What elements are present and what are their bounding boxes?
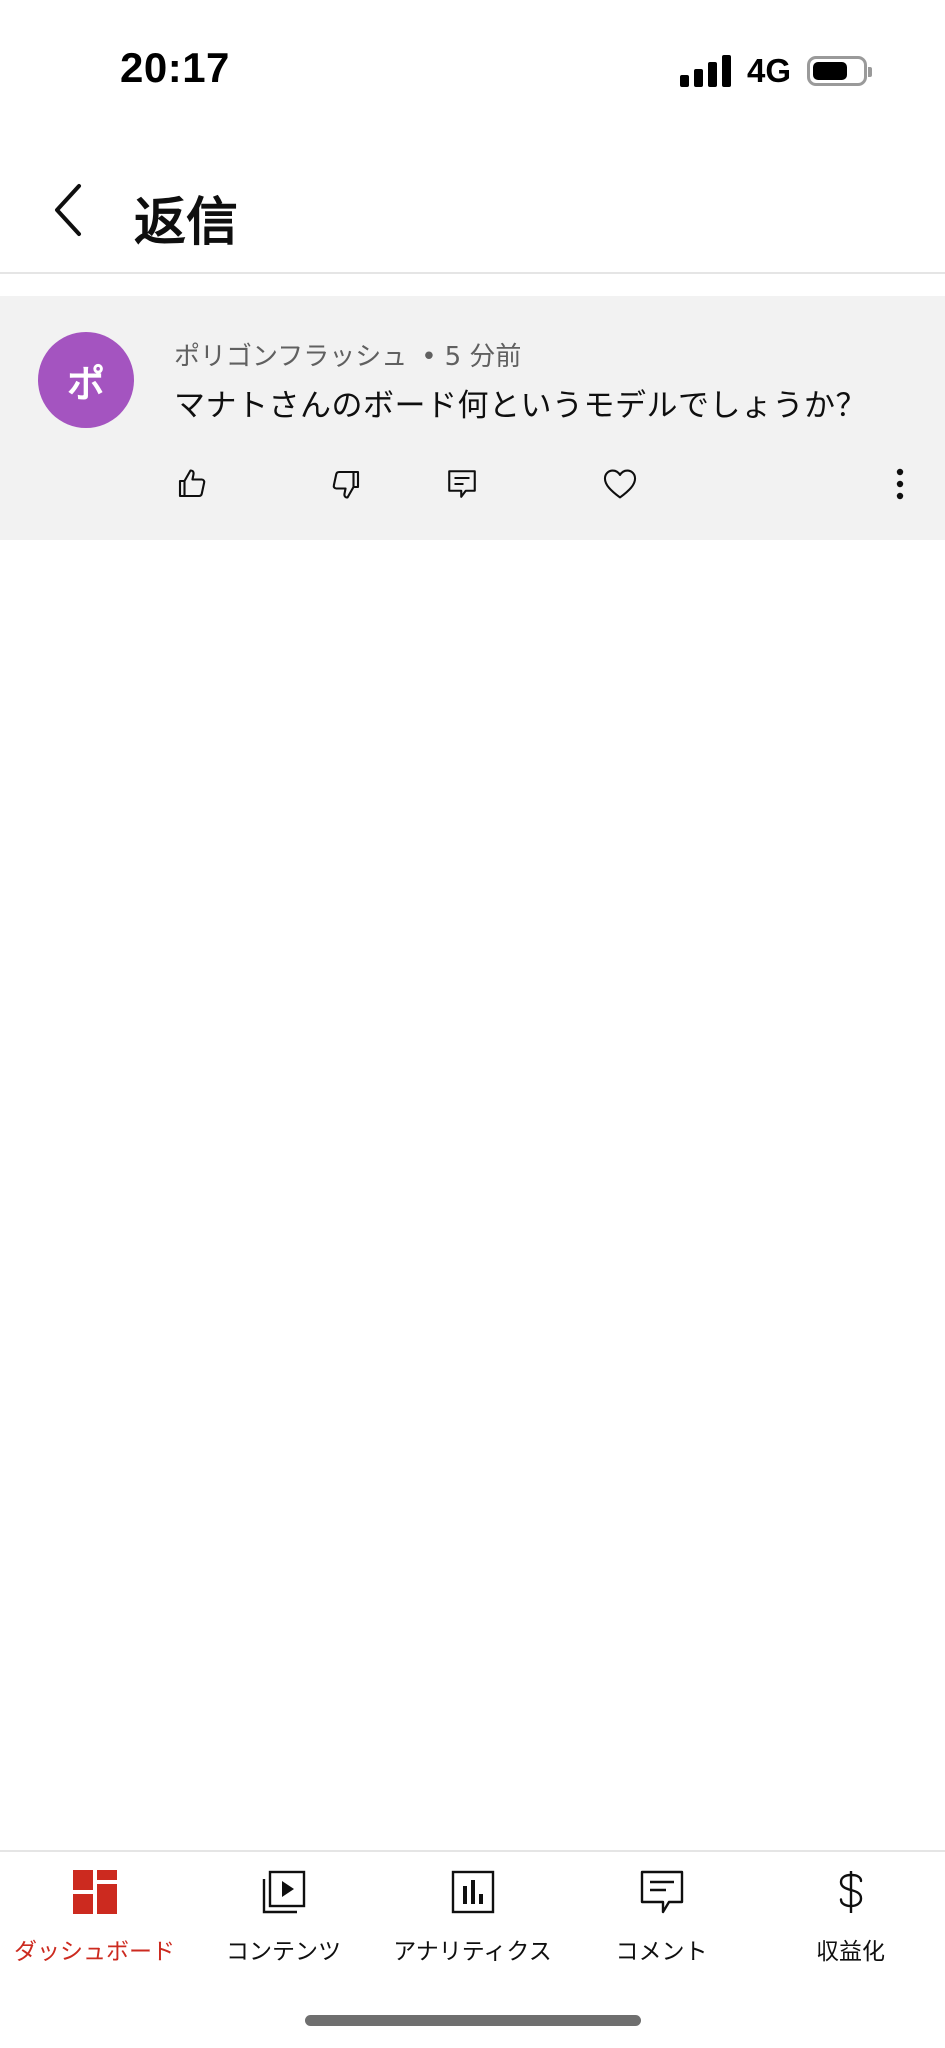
page-title: 返信 bbox=[134, 193, 239, 253]
back-button[interactable] bbox=[38, 175, 98, 245]
avatar[interactable]: ポ bbox=[38, 332, 134, 428]
nav-label-comments: コメント bbox=[615, 1939, 708, 1965]
comment-icon bbox=[640, 1870, 683, 1914]
status-bar: 20:17 4G bbox=[0, 0, 945, 120]
comment-author[interactable]: ポリゴンフラッシュ bbox=[174, 342, 407, 372]
nav-item-content[interactable]: コンテンツ bbox=[189, 1866, 378, 1976]
network-type: 4G bbox=[746, 52, 791, 89]
comment-meta: ポリゴンフラッシュ • 5 分前 bbox=[174, 336, 521, 373]
comment-card: ポ ポリゴンフラッシュ • 5 分前 マナトさんのボード何というモデルでしょうか？ bbox=[0, 296, 945, 540]
nav-label-monetization: 収益化 bbox=[816, 1939, 885, 1965]
screen: 20:17 4G 返信 ポ ポリゴンフラッシュ • 5 分前 マナトさんのボード何と… bbox=[0, 0, 945, 2048]
signal-icon bbox=[679, 55, 731, 87]
nav-item-dashboard[interactable]: ダッシュボード bbox=[0, 1866, 189, 1976]
reply-button[interactable] bbox=[434, 456, 490, 512]
dollar-icon bbox=[839, 1871, 862, 1913]
dashboard-icon bbox=[72, 1870, 117, 1914]
content-icon bbox=[262, 1870, 305, 1914]
reply-icon bbox=[448, 470, 476, 498]
heart-icon bbox=[603, 469, 637, 499]
app-header: 返信 bbox=[0, 150, 945, 274]
dislike-icon bbox=[332, 470, 360, 499]
status-time: 20:17 bbox=[120, 44, 230, 91]
more-icon bbox=[896, 468, 904, 500]
like-button[interactable] bbox=[164, 456, 220, 512]
status-indicators: 4G bbox=[679, 52, 872, 90]
home-indicator[interactable] bbox=[305, 2015, 641, 2026]
nav-label-content: コンテンツ bbox=[226, 1939, 341, 1965]
nav-item-comments[interactable]: コメント bbox=[567, 1866, 756, 1976]
heart-button[interactable] bbox=[592, 456, 648, 512]
nav-label-analytics: アナリティクス bbox=[393, 1939, 552, 1965]
analytics-icon bbox=[451, 1870, 494, 1914]
nav-item-monetization[interactable]: 収益化 bbox=[756, 1866, 945, 1976]
comment-time: 5 分前 bbox=[444, 342, 522, 372]
chevron-left-icon bbox=[55, 184, 81, 236]
nav-item-analytics[interactable]: アナリティクス bbox=[378, 1866, 567, 1976]
like-icon bbox=[178, 469, 206, 498]
separator-dot: • bbox=[421, 342, 437, 372]
comment-text: マナトさんのボード何というモデルでしょうか？ bbox=[174, 388, 867, 424]
battery-icon bbox=[807, 56, 872, 86]
more-options-button[interactable] bbox=[872, 456, 928, 512]
dislike-button[interactable] bbox=[318, 456, 374, 512]
nav-label-dashboard: ダッシュボード bbox=[14, 1939, 175, 1965]
